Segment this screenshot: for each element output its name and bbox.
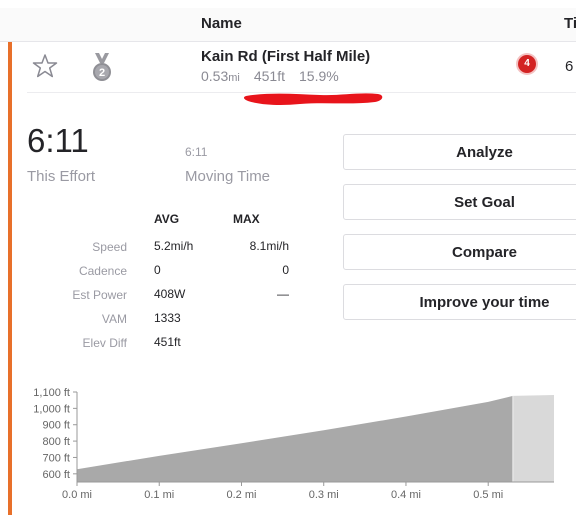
cadence-label: Cadence <box>78 264 127 278</box>
segment-distance: 0.53 <box>201 68 229 84</box>
row-divider <box>27 92 576 93</box>
compare-button[interactable]: Compare <box>343 234 576 270</box>
segment-time-fragment: 6 <box>565 58 574 75</box>
y-tick-label: 700 ft <box>42 452 70 464</box>
analyze-button-label: Analyze <box>456 144 513 161</box>
segment-grade: 15.9% <box>299 68 339 84</box>
est-power-avg: 408W <box>154 287 186 301</box>
elevation-profile-chart: 600 ft 700 ft 800 ft 900 ft 1,000 ft 1,100 ft… <box>33 387 554 501</box>
red-marker-scribble <box>243 93 383 105</box>
speed-avg: 5.2mi/h <box>154 239 194 253</box>
vam-label: VAM <box>101 312 127 326</box>
time-column-header: Ti <box>564 15 576 32</box>
improve-time-button-label: Improve your time <box>419 294 550 311</box>
compare-button-label: Compare <box>451 244 518 261</box>
segment-distance-unit: mi <box>228 72 240 84</box>
set-goal-button-label: Set Goal <box>454 194 515 211</box>
moving-time-label: Moving Time <box>185 168 271 185</box>
segment-stats: 0.53mi 451ft 15.9% <box>201 68 339 84</box>
speed-max: 8.1mi/h <box>249 239 289 253</box>
max-header: MAX <box>233 212 260 226</box>
y-tick-label: 900 ft <box>42 420 70 432</box>
improve-time-button[interactable]: Improve your time <box>343 284 576 320</box>
effort-time: 6:11 <box>27 122 89 159</box>
x-tick-label: 0.5 mi <box>473 489 503 501</box>
set-goal-button[interactable]: Set Goal <box>343 184 576 220</box>
name-column-header: Name <box>201 15 242 32</box>
elev-diff-avg: 451ft <box>154 335 181 349</box>
avg-header: AVG <box>154 212 180 226</box>
silver-medal-icon: 2 <box>93 53 111 81</box>
y-tick-label: 600 ft <box>42 469 70 481</box>
achievement-badge: 4 <box>518 55 536 73</box>
cadence-avg: 0 <box>154 263 161 277</box>
x-tick-label: 0.1 mi <box>144 489 174 501</box>
previous-row-fragment <box>0 0 576 8</box>
y-tick-label: 1,000 ft <box>33 403 70 415</box>
y-tick-label: 1,100 ft <box>33 387 70 399</box>
analyze-button[interactable]: Analyze <box>343 134 576 170</box>
x-tick-label: 0.4 mi <box>391 489 421 501</box>
medal-rank: 2 <box>99 67 105 79</box>
segment-name-link[interactable]: Kain Rd (First Half Mile) <box>201 48 370 65</box>
y-tick-label: 800 ft <box>42 436 70 448</box>
star-icon[interactable] <box>32 53 58 79</box>
x-tick-label: 0.0 mi <box>62 489 92 501</box>
cadence-max: 0 <box>282 263 289 277</box>
moving-time-value: 6:11 <box>185 145 208 159</box>
segment-elevation: 451ft <box>253 68 285 84</box>
elevation-area-effort <box>77 395 513 482</box>
segment-table-header: Name Ti <box>0 8 576 42</box>
est-power-label: Est Power <box>72 288 127 302</box>
x-tick-label: 0.3 mi <box>309 489 339 501</box>
speed-label: Speed <box>92 240 127 254</box>
elev-diff-label: Elev Diff <box>82 336 127 350</box>
effort-label: This Effort <box>27 168 96 185</box>
est-power-max: — <box>277 287 289 301</box>
elevation-area-remaining <box>512 394 554 482</box>
vam-avg: 1333 <box>154 311 181 325</box>
x-tick-label: 0.2 mi <box>226 489 256 501</box>
